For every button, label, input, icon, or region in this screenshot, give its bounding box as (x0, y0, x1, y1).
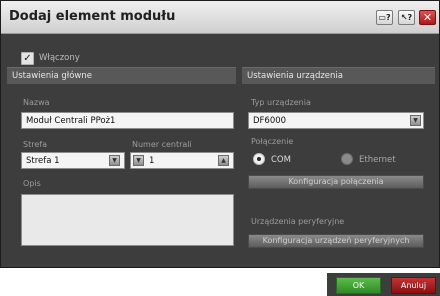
device-type-label: Typ urządzenia (251, 98, 311, 107)
decrement-icon[interactable]: ▼ (133, 155, 144, 166)
peripherals-label: Urządzenia peryferyjne (251, 217, 345, 226)
connection-label: Połączenie (251, 137, 294, 146)
radio-com-label: COM (271, 155, 291, 165)
name-label: Nazwa (23, 98, 50, 107)
title-bar: Dodaj element modułu ▭? ↖? ✕ (1, 1, 439, 34)
description-textarea[interactable] (21, 194, 234, 246)
close-icon[interactable]: ✕ (419, 10, 436, 25)
central-number-label: Numer centrali (132, 140, 192, 149)
device-settings-header: Ustawienia urządzenia (242, 67, 435, 84)
device-type-select[interactable]: DF6000 (248, 112, 424, 129)
central-number-value: 1 (149, 156, 155, 166)
zone-dropdown-icon[interactable]: ▼ (109, 155, 120, 166)
zone-value: Strefa 1 (26, 156, 60, 166)
name-input[interactable]: Moduł Centrali PPoż1 (21, 112, 234, 129)
enabled-label: Włączony (39, 53, 80, 63)
device-type-dropdown-icon[interactable]: ▼ (410, 115, 421, 126)
zone-label: Strefa (23, 140, 47, 149)
window-icon[interactable]: ▭? (376, 10, 393, 25)
main-settings-header: Ustawienia główne (7, 67, 236, 84)
radio-com[interactable] (253, 153, 265, 165)
enabled-checkbox[interactable]: ✓ (21, 52, 34, 65)
radio-ethernet-label: Ethernet (359, 155, 396, 165)
device-type-value: DF6000 (253, 116, 287, 126)
configure-peripherals-button[interactable]: Konfiguracja urządzeń peryferyjnych (248, 234, 424, 248)
description-label: Opis (23, 179, 41, 188)
radio-ethernet[interactable] (341, 153, 353, 165)
help-icon[interactable]: ↖? (398, 10, 415, 25)
configure-connection-button[interactable]: Konfiguracja połączenia (248, 175, 424, 189)
dialog-window: Dodaj element modułu ▭? ↖? ✕ ✓ Włączony … (0, 0, 440, 268)
cancel-button[interactable]: Anuluj (391, 277, 436, 294)
dialog-title: Dodaj element modułu (9, 9, 176, 24)
ok-button[interactable]: OK (336, 277, 381, 294)
increment-icon[interactable]: ▲ (218, 155, 229, 166)
